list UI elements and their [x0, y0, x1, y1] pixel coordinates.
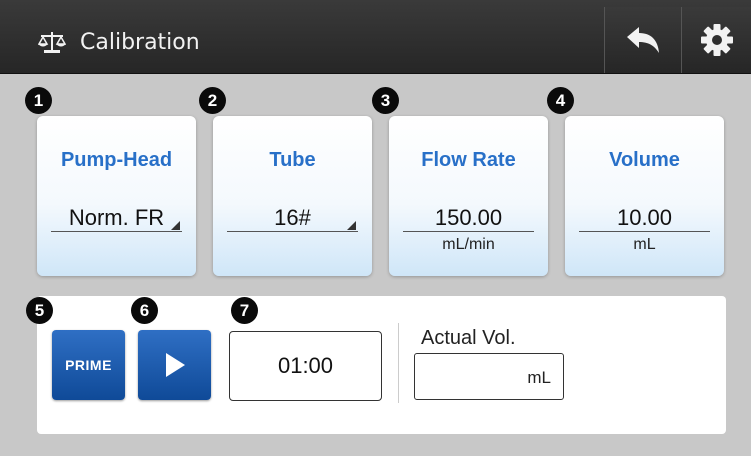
actual-volume-label: Actual Vol. [421, 327, 516, 349]
value-underline [227, 231, 358, 232]
actual-volume-field[interactable]: mL [414, 353, 564, 400]
flow-rate-unit: mL/min [442, 236, 495, 253]
volume-tile[interactable]: Volume 10.00 mL [565, 116, 724, 276]
flow-rate-value: 150.00 [434, 205, 503, 230]
callout-badge-3: 3 [372, 87, 399, 114]
callout-badge-7: 7 [231, 297, 258, 324]
settings-button[interactable] [681, 7, 751, 73]
value-underline [403, 231, 534, 232]
flow-rate-tile[interactable]: Flow Rate 150.00 mL/min [389, 116, 548, 276]
flow-rate-label: Flow Rate [421, 149, 516, 171]
volume-value: 10.00 [616, 205, 673, 230]
value-underline [51, 231, 182, 232]
tube-label: Tube [269, 149, 316, 171]
balance-scale-icon [38, 32, 66, 53]
gear-icon [701, 24, 733, 56]
page-title: Calibration [80, 30, 200, 55]
callout-badge-5: 5 [26, 297, 53, 324]
prime-label: PRIME [65, 357, 112, 373]
actual-volume-unit: mL [527, 368, 551, 387]
back-button[interactable] [604, 7, 681, 73]
callout-badge-6: 6 [131, 297, 158, 324]
divider [398, 323, 399, 403]
pump-head-tile[interactable]: Pump-Head Norm. FR [37, 116, 196, 276]
time-input[interactable]: 01:00 [229, 331, 382, 401]
pump-head-label: Pump-Head [60, 149, 173, 171]
dropdown-corner-icon [347, 221, 356, 230]
header-bar: Calibration [0, 0, 751, 74]
back-arrow-icon [627, 27, 659, 53]
prime-button[interactable]: PRIME [52, 330, 125, 400]
volume-label: Volume [609, 149, 680, 171]
play-icon [165, 353, 185, 377]
tube-tile[interactable]: Tube 16# [213, 116, 372, 276]
dropdown-corner-icon [171, 221, 180, 230]
callout-badge-2: 2 [199, 87, 226, 114]
start-button[interactable] [138, 330, 211, 400]
value-underline [579, 231, 710, 232]
volume-unit: mL [633, 236, 656, 253]
callout-badge-1: 1 [25, 87, 52, 114]
callout-badge-4: 4 [547, 87, 574, 114]
